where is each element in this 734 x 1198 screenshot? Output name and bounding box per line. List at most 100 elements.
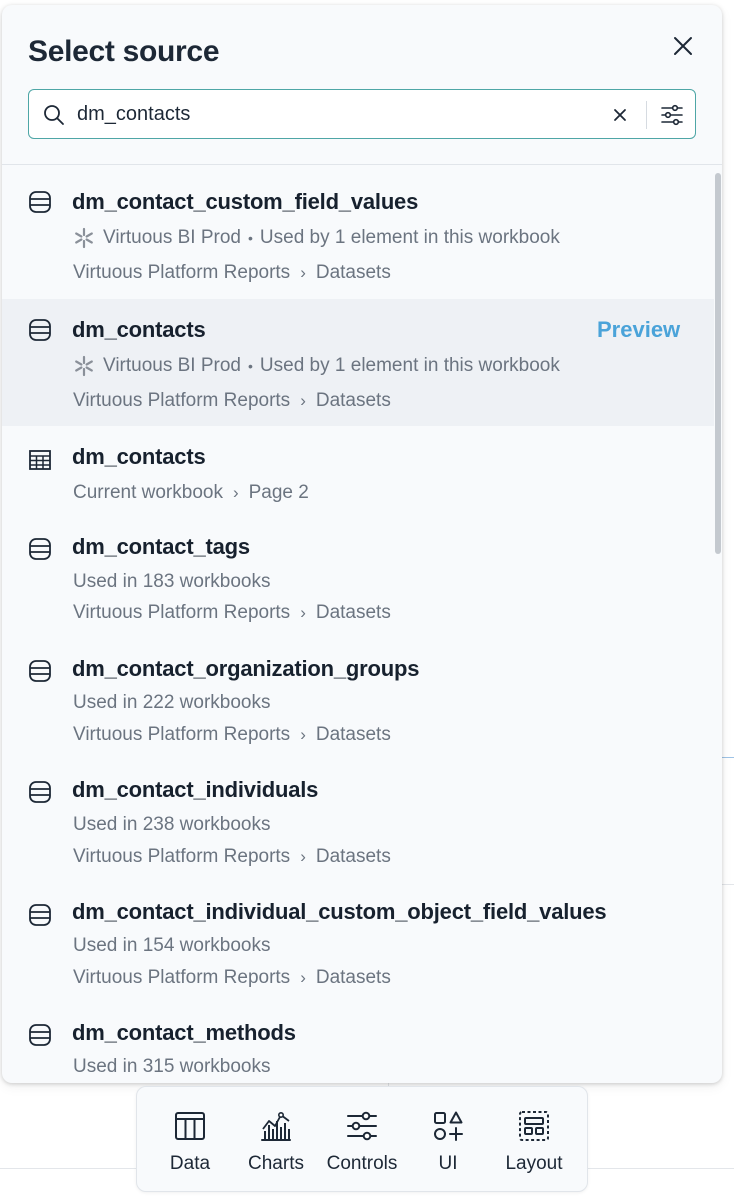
result-title: dm_contact_individual_custom_object_fiel… bbox=[72, 899, 607, 924]
result-item[interactable]: dm_contact_organization_groups Used in 2… bbox=[2, 638, 714, 760]
path-segment: Datasets bbox=[315, 724, 391, 745]
usage-text: Used in 315 workbooks bbox=[73, 1056, 271, 1077]
chevron-right-icon: › bbox=[300, 391, 306, 410]
result-path: Virtuous Platform Reports › Datasets bbox=[73, 724, 391, 746]
connection-name: Virtuous BI Prod bbox=[103, 355, 242, 376]
result-path: Current workbook › Page 2 bbox=[73, 482, 309, 504]
background-divider bbox=[0, 1168, 136, 1169]
path-segment: Virtuous Platform Reports bbox=[73, 602, 291, 623]
snowflake-icon bbox=[75, 355, 93, 377]
dataset-icon bbox=[29, 1024, 51, 1046]
background-divider bbox=[588, 1168, 734, 1169]
select-source-dialog: Select source dm_contacts dm_contact_cus… bbox=[2, 5, 722, 1083]
result-item[interactable]: dm_contact_individuals Used in 238 workb… bbox=[2, 760, 714, 881]
dataset-icon bbox=[29, 191, 51, 213]
result-item[interactable]: dm_contact_custom_field_values Virtuous … bbox=[2, 165, 714, 293]
path-segment: Virtuous Platform Reports bbox=[73, 967, 291, 988]
search-input[interactable] bbox=[77, 99, 597, 129]
result-path: Virtuous Platform Reports › Datasets bbox=[73, 390, 391, 412]
search-icon bbox=[44, 105, 64, 125]
chevron-right-icon: › bbox=[300, 725, 306, 744]
usage-text: Used in 222 workbooks bbox=[73, 692, 271, 713]
shapes-icon bbox=[434, 1111, 463, 1141]
usage-text: Used in 183 workbooks bbox=[73, 571, 271, 592]
path-segment: Virtuous Platform Reports bbox=[73, 390, 291, 411]
result-meta: Used in 183 workbooks bbox=[73, 571, 271, 593]
chevron-right-icon: › bbox=[300, 847, 306, 866]
filter-settings-icon[interactable] bbox=[659, 102, 685, 128]
dataset-icon bbox=[29, 660, 51, 682]
path-segment: Virtuous Platform Reports bbox=[73, 724, 291, 745]
dataset-icon bbox=[29, 538, 51, 560]
layout-icon bbox=[519, 1111, 549, 1141]
dataset-icon bbox=[29, 904, 51, 926]
result-title: dm_contacts bbox=[72, 444, 206, 469]
path-segment: Datasets bbox=[315, 390, 391, 411]
clear-search-icon[interactable] bbox=[609, 104, 631, 126]
separator-dot: • bbox=[248, 358, 253, 374]
result-meta: Virtuous BI Prod • Used by 1 element in … bbox=[73, 355, 560, 377]
dialog-title: Select source bbox=[28, 35, 220, 68]
connection-name: Virtuous BI Prod bbox=[103, 227, 242, 248]
dataset-icon bbox=[29, 319, 51, 341]
path-segment: Datasets bbox=[315, 846, 391, 867]
path-segment: Datasets bbox=[315, 967, 391, 988]
toolbar-ui-button[interactable]: UI bbox=[405, 1087, 491, 1193]
background-divider bbox=[722, 884, 734, 885]
result-meta: Virtuous BI Prod • Used by 1 element in … bbox=[73, 227, 560, 249]
background-divider bbox=[722, 757, 734, 758]
search-divider bbox=[646, 101, 647, 129]
close-button[interactable] bbox=[668, 31, 698, 61]
result-title: dm_contact_methods bbox=[72, 1020, 296, 1045]
result-item[interactable]: dm_contact_methods Used in 315 workbooks bbox=[2, 1003, 714, 1083]
path-segment: Datasets bbox=[315, 262, 391, 283]
result-meta: Used in 222 workbooks bbox=[73, 692, 271, 714]
toolbar-label: Controls bbox=[326, 1153, 398, 1174]
result-title: dm_contact_custom_field_values bbox=[72, 189, 419, 214]
result-path: Virtuous Platform Reports › Datasets bbox=[73, 967, 391, 989]
result-path: Virtuous Platform Reports › Datasets bbox=[73, 262, 391, 284]
result-title: dm_contacts bbox=[72, 317, 206, 342]
chevron-right-icon: › bbox=[232, 483, 239, 502]
toolbar-label: Charts bbox=[248, 1153, 304, 1174]
path-segment: Virtuous Platform Reports bbox=[73, 262, 291, 283]
toolbar-label: UI bbox=[438, 1153, 458, 1174]
search-box bbox=[28, 89, 696, 139]
dataset-icon bbox=[29, 781, 51, 803]
path-segment: Page 2 bbox=[248, 482, 309, 503]
result-item[interactable]: dm_contacts Current workbook › Page 2 bbox=[2, 426, 714, 516]
toolbar-label: Layout bbox=[505, 1153, 563, 1174]
usage-text: Used in 238 workbooks bbox=[73, 814, 271, 835]
table-icon bbox=[175, 1112, 205, 1140]
toolbar-layout-button[interactable]: Layout bbox=[491, 1087, 577, 1193]
toolbar-data-button[interactable]: Data bbox=[147, 1087, 233, 1193]
table-icon bbox=[29, 450, 51, 470]
separator-dot: • bbox=[248, 230, 253, 246]
result-title: dm_contact_tags bbox=[72, 534, 250, 559]
result-path: Virtuous Platform Reports › Datasets bbox=[73, 846, 391, 868]
result-meta: Used in 238 workbooks bbox=[73, 814, 271, 836]
path-segment: Current workbook bbox=[73, 482, 223, 503]
path-segment: Datasets bbox=[315, 602, 391, 623]
result-list: dm_contact_custom_field_values Virtuous … bbox=[2, 165, 722, 1083]
snowflake-icon bbox=[75, 227, 93, 249]
result-meta: Used in 154 workbooks bbox=[73, 935, 271, 957]
toolbar-controls-button[interactable]: Controls bbox=[319, 1087, 405, 1193]
chevron-right-icon: › bbox=[300, 603, 306, 622]
preview-button[interactable]: Preview bbox=[597, 317, 680, 343]
toolbar-label: Data bbox=[169, 1153, 211, 1174]
usage-text: Used by 1 element in this workbook bbox=[259, 227, 560, 248]
result-item[interactable]: dm_contact_tags Used in 183 workbooks Vi… bbox=[2, 516, 714, 638]
element-toolbar: Data Charts Controls UI Layout bbox=[136, 1086, 588, 1192]
close-icon bbox=[674, 37, 692, 55]
chevron-right-icon: › bbox=[300, 263, 306, 282]
result-item[interactable]: dm_contact_individual_custom_object_fiel… bbox=[2, 881, 714, 1003]
path-segment: Virtuous Platform Reports bbox=[73, 846, 291, 867]
chart-icon bbox=[261, 1111, 291, 1141]
toolbar-charts-button[interactable]: Charts bbox=[233, 1087, 319, 1193]
sliders-icon bbox=[347, 1111, 377, 1141]
result-title: dm_contact_organization_groups bbox=[72, 656, 420, 681]
scrollbar-thumb[interactable] bbox=[715, 173, 721, 554]
result-item[interactable]: dm_contacts Preview Virtuous BI Prod • U… bbox=[2, 299, 714, 426]
result-path: Virtuous Platform Reports › Datasets bbox=[73, 602, 391, 624]
